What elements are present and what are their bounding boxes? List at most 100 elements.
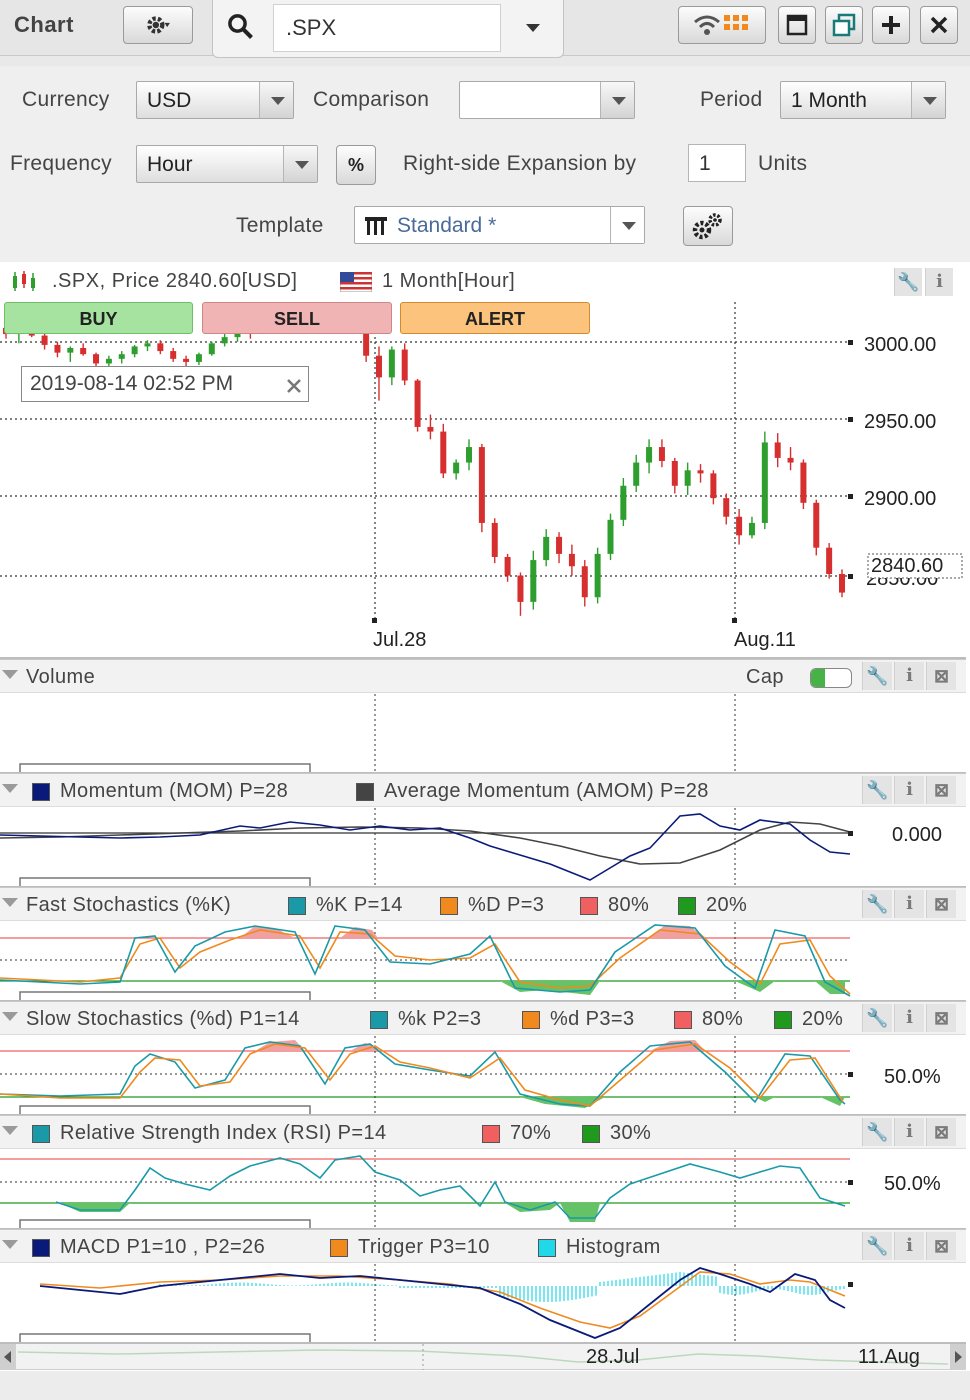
candle-body: [826, 547, 833, 575]
popout-button[interactable]: [825, 6, 863, 44]
k-label: %k P2=3: [398, 1008, 482, 1030]
collapse-icon[interactable]: [2, 1126, 18, 1135]
crosshair-date-value: 2019-08-14 02:52 PM: [30, 372, 234, 395]
candle-body: [144, 343, 151, 347]
sell-button[interactable]: SELL: [202, 302, 392, 334]
template-value: Standard *: [397, 214, 497, 237]
candle-body: [170, 351, 177, 359]
info-icon[interactable]: i: [894, 662, 924, 690]
close-icon[interactable]: ⊠: [926, 662, 956, 690]
candle-body: [427, 426, 434, 432]
y-axis-label: 0.000: [892, 824, 942, 846]
expansion-label: Right-side Expansion by: [403, 152, 637, 175]
percent-scale-button[interactable]: %: [336, 145, 376, 185]
collapse-icon[interactable]: [2, 898, 18, 907]
candle-body: [620, 485, 627, 520]
navigator-series: [18, 1344, 948, 1370]
panel-controls: 🔧 i ⊠: [862, 1116, 966, 1149]
info-icon[interactable]: i: [894, 1004, 924, 1032]
close-icon[interactable]: ⊠: [926, 1118, 956, 1146]
candle-body: [105, 358, 112, 364]
percent-icon: %: [347, 154, 364, 175]
candle-body: [671, 461, 678, 486]
wrench-icon[interactable]: 🔧: [862, 776, 892, 804]
histogram-swatch: [538, 1239, 556, 1257]
chevron-right-icon: [955, 1351, 962, 1363]
upper-swatch: [580, 897, 598, 915]
d-swatch: [440, 897, 458, 915]
template-settings-button[interactable]: [683, 206, 733, 246]
info-icon[interactable]: i: [894, 1118, 924, 1146]
candle-body: [710, 473, 717, 499]
close-icon[interactable]: [286, 378, 302, 394]
navigator-x-label: 11.Aug: [858, 1346, 920, 1368]
expansion-input[interactable]: 1: [688, 144, 746, 182]
upper-swatch: [482, 1125, 500, 1143]
slow-stoch-title: Slow Stochastics (%d) P1=14: [26, 1008, 300, 1030]
collapse-icon[interactable]: [2, 784, 18, 793]
macd-title: MACD P1=10 , P2=26: [60, 1236, 266, 1258]
wrench-icon[interactable]: 🔧: [862, 890, 892, 918]
comparison-select[interactable]: [459, 81, 635, 119]
chevron-down-icon[interactable]: [525, 22, 541, 34]
close-icon[interactable]: ⊠: [926, 890, 956, 918]
candle-body: [157, 343, 164, 352]
collapse-icon[interactable]: [2, 670, 18, 679]
close-icon[interactable]: ⊠: [926, 1232, 956, 1260]
chart-settings-button[interactable]: [123, 6, 193, 44]
close-button[interactable]: [920, 6, 958, 44]
macd-panel-header: MACD P1=10 , P2=26 Trigger P3=10 Histogr…: [0, 1229, 966, 1263]
candle-body: [118, 354, 125, 359]
candle-body: [543, 536, 550, 561]
plus-icon: [882, 16, 900, 34]
lower-swatch: [774, 1011, 792, 1029]
currency-label: Currency: [22, 88, 110, 111]
candle-body: [787, 457, 794, 463]
candle-body: [491, 522, 498, 557]
panel-controls: 🔧 i ⊠: [862, 774, 966, 807]
wrench-icon[interactable]: 🔧: [862, 1232, 892, 1260]
close-icon: [930, 16, 948, 34]
cap-label: Cap: [746, 666, 784, 688]
wrench-icon[interactable]: 🔧: [862, 662, 892, 690]
d-label: %D P=3: [468, 894, 545, 916]
period-value: 1 Month: [791, 89, 867, 112]
upper-label: 80%: [702, 1008, 744, 1030]
alert-button[interactable]: ALERT: [400, 302, 590, 334]
navigator[interactable]: 28.Jul 11.Aug: [0, 1344, 966, 1370]
maximize-button[interactable]: [778, 6, 816, 44]
candle-body: [646, 447, 653, 463]
k-swatch: [288, 897, 306, 915]
scroll-right-button[interactable]: [950, 1344, 966, 1370]
symbol-input[interactable]: .SPX: [273, 4, 501, 52]
k-swatch: [370, 1011, 388, 1029]
scroll-left-button[interactable]: [0, 1344, 16, 1370]
lower-label: 30%: [610, 1122, 652, 1144]
candle-body: [813, 502, 820, 548]
y-axis-label: 50.0%: [884, 1173, 941, 1195]
connection-layout-button[interactable]: [678, 6, 766, 44]
wrench-icon[interactable]: 🔧: [862, 1118, 892, 1146]
info-icon[interactable]: i: [894, 776, 924, 804]
collapse-icon[interactable]: [2, 1240, 18, 1249]
template-select[interactable]: Standard *: [354, 206, 645, 244]
rsi-title: Relative Strength Index (RSI) P=14: [60, 1122, 387, 1144]
collapse-icon[interactable]: [2, 1012, 18, 1021]
close-icon[interactable]: ⊠: [926, 1004, 956, 1032]
candle-body: [54, 344, 61, 353]
period-select[interactable]: 1 Month: [780, 81, 946, 119]
lower-swatch: [582, 1125, 600, 1143]
wrench-icon[interactable]: 🔧: [862, 1004, 892, 1032]
fast-stoch-chart: [0, 922, 851, 1000]
add-button[interactable]: [872, 6, 910, 44]
info-icon[interactable]: i: [894, 890, 924, 918]
buy-button[interactable]: BUY: [4, 302, 193, 334]
frequency-select[interactable]: Hour: [136, 145, 318, 183]
candle-body: [530, 560, 537, 602]
search-icon[interactable]: [227, 13, 255, 41]
candle-body: [581, 566, 588, 598]
info-icon[interactable]: i: [894, 1232, 924, 1260]
cap-toggle[interactable]: [810, 668, 852, 688]
close-icon[interactable]: ⊠: [926, 776, 956, 804]
currency-select[interactable]: USD: [136, 81, 294, 119]
